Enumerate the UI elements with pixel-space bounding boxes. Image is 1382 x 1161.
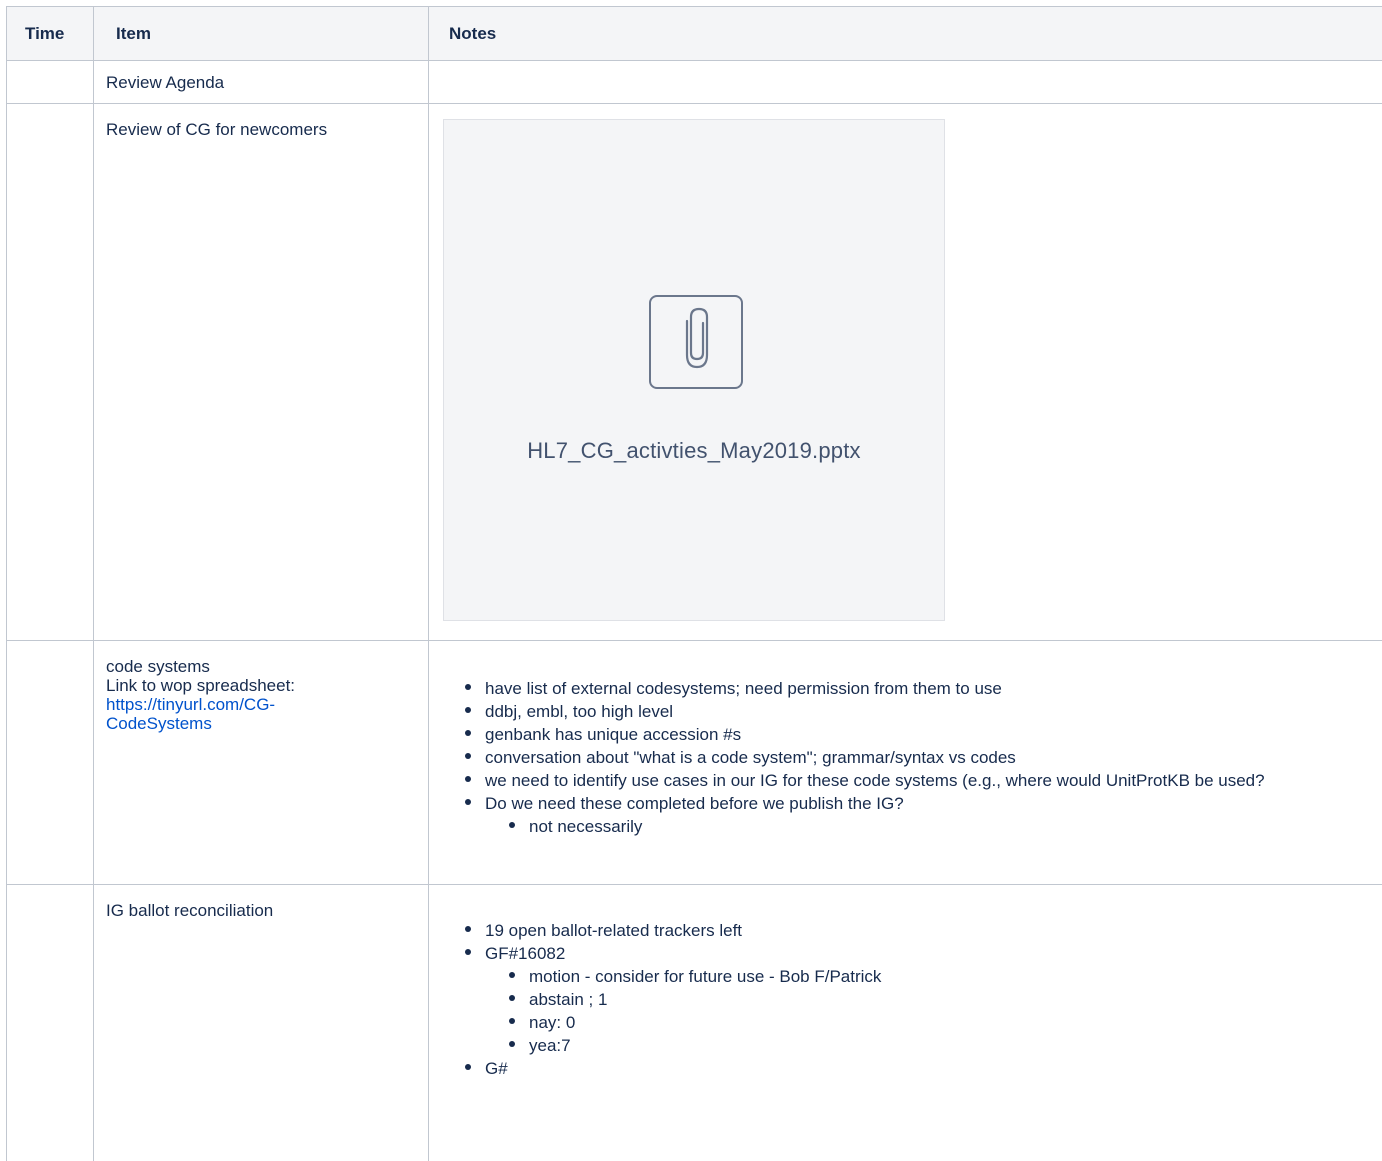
- item-text: IG ballot reconciliation: [106, 901, 274, 920]
- code-systems-spreadsheet-link[interactable]: https://tinyurl.com/CG- CodeSystems: [106, 695, 326, 733]
- list-item: genbank has unique accession #s: [465, 723, 1368, 746]
- list-item: nay: 0: [509, 1011, 1368, 1034]
- list-item: motion - consider for future use - Bob F…: [509, 965, 1368, 988]
- time-cell: [6, 60, 94, 104]
- table-row: Review of CG for newcomers HL7_CG_activt…: [6, 103, 1382, 641]
- notes-cell: HL7_CG_activties_May2019.pptx: [428, 103, 1382, 641]
- list-item: G#: [465, 1057, 1368, 1080]
- item-text: code systems: [106, 657, 210, 676]
- list-item: 19 open ballot-related trackers left: [465, 919, 1368, 942]
- list-item: have list of external codesystems; need …: [465, 677, 1368, 700]
- notes-cell: 19 open ballot-related trackers left GF#…: [428, 884, 1382, 1161]
- notes-list: 19 open ballot-related trackers left GF#…: [445, 919, 1368, 1080]
- list-item-text: Do we need these completed before we pub…: [485, 794, 904, 813]
- table-row: code systems Link to wop spreadsheet: ht…: [6, 640, 1382, 885]
- attachment-preview[interactable]: HL7_CG_activties_May2019.pptx: [443, 119, 945, 621]
- page: Time Item Notes Review Agenda Review of …: [0, 0, 1382, 1161]
- notes-list: have list of external codesystems; need …: [445, 677, 1368, 838]
- time-cell: [6, 103, 94, 641]
- item-cell: IG ballot reconciliation: [93, 884, 429, 1161]
- header-item[interactable]: Item: [93, 6, 429, 61]
- item-cell: Review of CG for newcomers: [93, 103, 429, 641]
- list-item: not necessarily: [509, 815, 1368, 838]
- header-notes[interactable]: Notes: [428, 6, 1382, 61]
- list-item: conversation about "what is a code syste…: [465, 746, 1368, 769]
- time-cell: [6, 640, 94, 885]
- paperclip-icon: [649, 295, 743, 389]
- list-item: Do we need these completed before we pub…: [465, 792, 1368, 838]
- sub-notes-list: not necessarily: [485, 815, 1368, 838]
- notes-cell: [428, 60, 1382, 104]
- item-link-label: Link to wop spreadsheet:: [106, 676, 296, 695]
- time-cell: [6, 884, 94, 1161]
- table-row: Review Agenda: [6, 60, 1382, 104]
- item-text: Review of CG for newcomers: [106, 120, 328, 139]
- header-time[interactable]: Time: [6, 6, 94, 61]
- item-cell: code systems Link to wop spreadsheet: ht…: [93, 640, 429, 885]
- meeting-agenda-table: Time Item Notes Review Agenda Review of …: [6, 6, 1382, 1161]
- sub-notes-list: motion - consider for future use - Bob F…: [485, 965, 1368, 1057]
- list-item: GF#16082 motion - consider for future us…: [465, 942, 1368, 1057]
- item-text: Review Agenda: [106, 73, 225, 92]
- table-row: IG ballot reconciliation 19 open ballot-…: [6, 884, 1382, 1161]
- list-item: ddbj, embl, too high level: [465, 700, 1368, 723]
- notes-cell: have list of external codesystems; need …: [428, 640, 1382, 885]
- item-cell: Review Agenda: [93, 60, 429, 104]
- attachment-file-name: HL7_CG_activties_May2019.pptx: [527, 438, 861, 463]
- list-item: abstain ; 1: [509, 988, 1368, 1011]
- list-item: we need to identify use cases in our IG …: [465, 769, 1368, 792]
- list-item-text: GF#16082: [485, 944, 566, 963]
- table-header-row: Time Item Notes: [6, 6, 1382, 61]
- list-item: yea:7: [509, 1034, 1368, 1057]
